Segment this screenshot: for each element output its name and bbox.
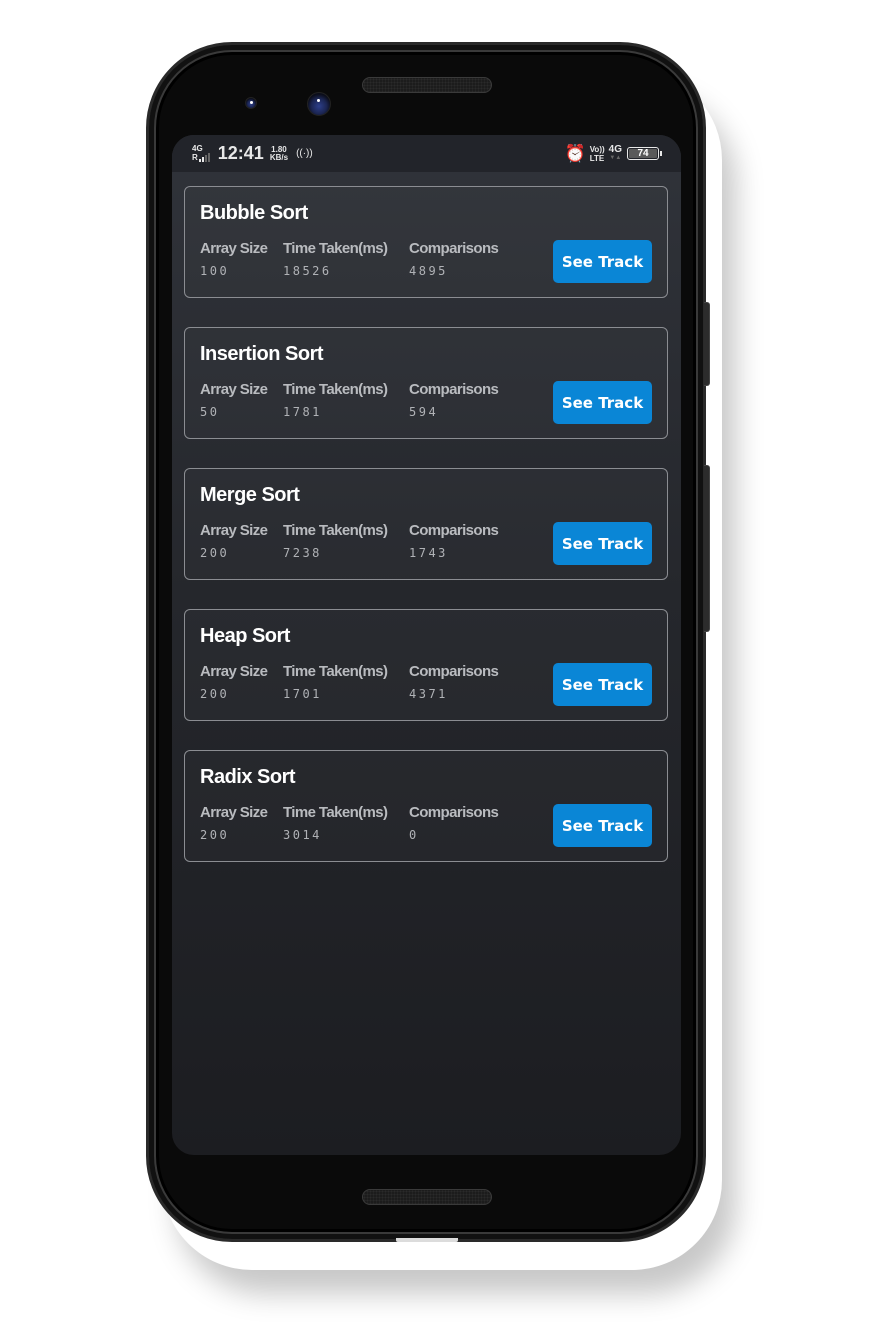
speed-unit: KB/s — [269, 152, 289, 162]
array-size-value: 200 — [200, 687, 230, 701]
network-signal-icon: 4G R — [192, 145, 210, 162]
sort-card: Merge Sort Array Size 200 Time Taken(ms)… — [184, 468, 668, 580]
bottom-speaker — [362, 1189, 492, 1205]
comparisons-stat: Comparisons 0 — [409, 804, 499, 842]
network-type: 4G — [192, 144, 203, 153]
sort-name: Bubble Sort — [200, 202, 308, 224]
time-taken-stat: Time Taken(ms) 1781 — [283, 381, 388, 419]
time-taken-stat: Time Taken(ms) 18526 — [283, 240, 388, 278]
sort-results-list: Bubble Sort Array Size 100 Time Taken(ms… — [184, 186, 668, 891]
sort-card: Heap Sort Array Size 200 Time Taken(ms) … — [184, 609, 668, 721]
sort-card: Radix Sort Array Size 200 Time Taken(ms)… — [184, 750, 668, 862]
time-taken-label: Time Taken(ms) — [283, 381, 388, 398]
see-track-button[interactable]: See Track — [553, 522, 652, 565]
comparisons-label: Comparisons — [409, 522, 499, 539]
bottom-port — [396, 1238, 458, 1242]
battery-icon: 74 — [627, 147, 662, 160]
time-taken-value: 1781 — [283, 405, 322, 419]
status-left: 4G R 12:41 1.80 KB/s ((·)) — [192, 143, 313, 164]
see-track-button[interactable]: See Track — [553, 240, 652, 283]
time-taken-stat: Time Taken(ms) 3014 — [283, 804, 388, 842]
front-sensor-icon — [245, 97, 257, 109]
array-size-stat: Array Size 200 — [200, 663, 268, 701]
comparisons-label: Comparisons — [409, 663, 499, 680]
time-taken-value: 1701 — [283, 687, 322, 701]
time-taken-label: Time Taken(ms) — [283, 240, 388, 257]
array-size-value: 100 — [200, 264, 230, 278]
time-taken-label: Time Taken(ms) — [283, 663, 388, 680]
volume-button — [704, 302, 710, 386]
comparisons-label: Comparisons — [409, 804, 499, 821]
comparisons-stat: Comparisons 594 — [409, 381, 499, 419]
comparisons-label: Comparisons — [409, 381, 499, 398]
volte-label: Vo)) — [589, 144, 605, 154]
time-taken-stat: Time Taken(ms) 7238 — [283, 522, 388, 560]
array-size-value: 200 — [200, 828, 230, 842]
comparisons-stat: Comparisons 4895 — [409, 240, 499, 278]
sort-name: Merge Sort — [200, 484, 300, 506]
array-size-stat: Array Size 100 — [200, 240, 268, 278]
alarm-icon: ⏰ — [564, 143, 586, 163]
time-taken-label: Time Taken(ms) — [283, 522, 388, 539]
see-track-button[interactable]: See Track — [553, 381, 652, 424]
time-taken-value: 18526 — [283, 264, 332, 278]
comparisons-value: 0 — [409, 828, 419, 842]
volte-icon: Vo)) LTE — [590, 145, 605, 163]
comparisons-stat: Comparisons 1743 — [409, 522, 499, 560]
comparisons-stat: Comparisons 4371 — [409, 663, 499, 701]
array-size-label: Array Size — [200, 522, 268, 539]
screen: 4G R 12:41 1.80 KB/s ((·)) ⏰ Vo)) LTE 4G… — [172, 135, 681, 1155]
array-size-stat: Array Size 50 — [200, 381, 268, 419]
signal-bars-icon — [198, 153, 210, 162]
status-bar: 4G R 12:41 1.80 KB/s ((·)) ⏰ Vo)) LTE 4G… — [172, 135, 681, 172]
comparisons-value: 4895 — [409, 264, 448, 278]
sort-name: Radix Sort — [200, 766, 296, 788]
array-size-label: Array Size — [200, 804, 268, 821]
array-size-label: Array Size — [200, 381, 268, 398]
see-track-button[interactable]: See Track — [553, 804, 652, 847]
time-taken-value: 7238 — [283, 546, 322, 560]
array-size-label: Array Size — [200, 240, 268, 257]
see-track-button[interactable]: See Track — [553, 663, 652, 706]
sort-name: Heap Sort — [200, 625, 290, 647]
array-size-label: Array Size — [200, 663, 268, 680]
sort-card: Insertion Sort Array Size 50 Time Taken(… — [184, 327, 668, 439]
time-taken-stat: Time Taken(ms) 1701 — [283, 663, 388, 701]
array-size-stat: Array Size 200 — [200, 804, 268, 842]
front-camera-icon — [307, 92, 331, 116]
comparisons-value: 594 — [409, 405, 439, 419]
lte-label: LTE — [589, 153, 605, 163]
comparisons-label: Comparisons — [409, 240, 499, 257]
sort-name: Insertion Sort — [200, 343, 324, 365]
hotspot-icon: ((·)) — [296, 148, 313, 159]
time-taken-value: 3014 — [283, 828, 322, 842]
comparisons-value: 1743 — [409, 546, 448, 560]
array-size-value: 50 — [200, 405, 220, 419]
comparisons-value: 4371 — [409, 687, 448, 701]
roaming-indicator: R — [192, 153, 198, 162]
network-speed: 1.80 KB/s — [269, 145, 289, 162]
battery-level: 74 — [629, 149, 657, 159]
time-taken-label: Time Taken(ms) — [283, 804, 388, 821]
mobile-data-icon: 4G ▼▲ — [608, 143, 622, 163]
data-activity-arrows: ▼▲ — [609, 154, 622, 161]
array-size-value: 200 — [200, 546, 230, 560]
clock: 12:41 — [217, 143, 264, 163]
earpiece-speaker — [362, 77, 492, 93]
array-size-stat: Array Size 200 — [200, 522, 268, 560]
power-button — [704, 465, 710, 632]
status-right: ⏰ Vo)) LTE 4G ▼▲ 74 — [564, 143, 662, 164]
sort-card: Bubble Sort Array Size 100 Time Taken(ms… — [184, 186, 668, 298]
data-network-label: 4G — [608, 143, 622, 155]
